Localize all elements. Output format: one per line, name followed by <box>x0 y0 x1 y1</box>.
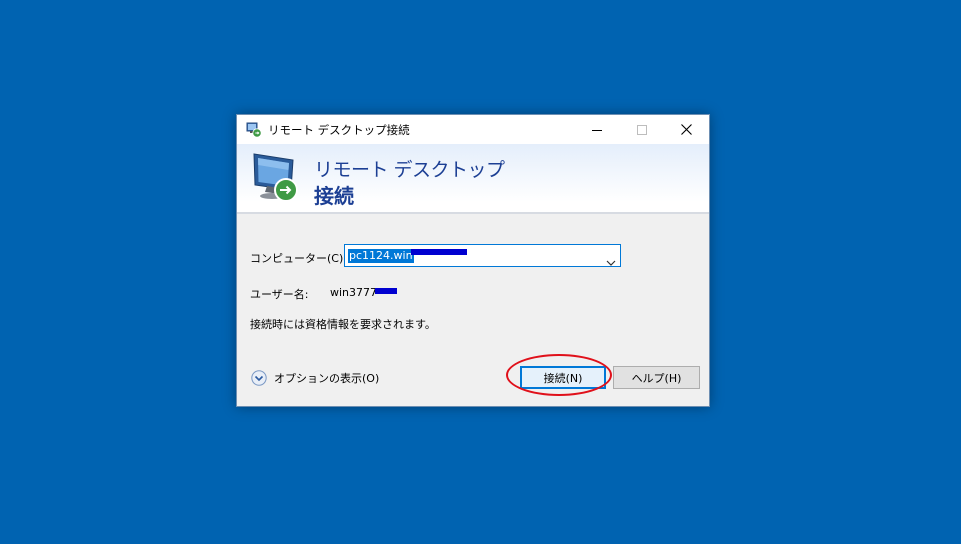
window-controls <box>574 115 709 144</box>
redaction-bar <box>411 249 467 255</box>
maximize-icon <box>636 124 647 135</box>
close-icon <box>681 124 692 135</box>
computer-combobox[interactable]: pc1124.win <box>344 244 621 267</box>
close-button[interactable] <box>664 115 709 144</box>
header-banner: リモート デスクトップ 接続 <box>237 144 709 214</box>
title-bar[interactable]: リモート デスクトップ接続 <box>237 115 709 144</box>
chevron-down-icon[interactable] <box>606 252 616 271</box>
remote-desktop-app-icon <box>246 122 262 138</box>
banner-title: リモート デスクトップ <box>314 159 505 181</box>
window-title: リモート デスクトップ接続 <box>268 122 410 137</box>
computer-label: コンピューター(C): <box>250 252 347 265</box>
connect-button[interactable]: 接続(N) <box>520 366 606 389</box>
show-options-label: オプションの表示(O) <box>274 372 380 385</box>
show-options-toggle[interactable]: オプションの表示(O) <box>251 370 379 386</box>
help-button[interactable]: ヘルプ(H) <box>613 366 700 389</box>
expand-circle-icon <box>251 370 267 386</box>
computer-input-value[interactable]: pc1124.win <box>348 249 414 263</box>
minimize-button[interactable] <box>574 115 619 144</box>
remote-desktop-monitor-icon <box>251 150 303 212</box>
credential-info-text: 接続時には資格情報を要求されます。 <box>250 318 436 331</box>
remote-desktop-dialog: リモート デスクトップ接続 リモート デスクトップ 接続 コンピューター(C):… <box>236 114 710 407</box>
minimize-icon <box>591 129 602 131</box>
maximize-button[interactable] <box>619 115 664 144</box>
redaction-bar <box>375 288 397 294</box>
username-label: ユーザー名: <box>250 288 309 301</box>
banner-subtitle: 接続 <box>314 184 354 208</box>
username-value: win3777 <box>330 286 378 299</box>
